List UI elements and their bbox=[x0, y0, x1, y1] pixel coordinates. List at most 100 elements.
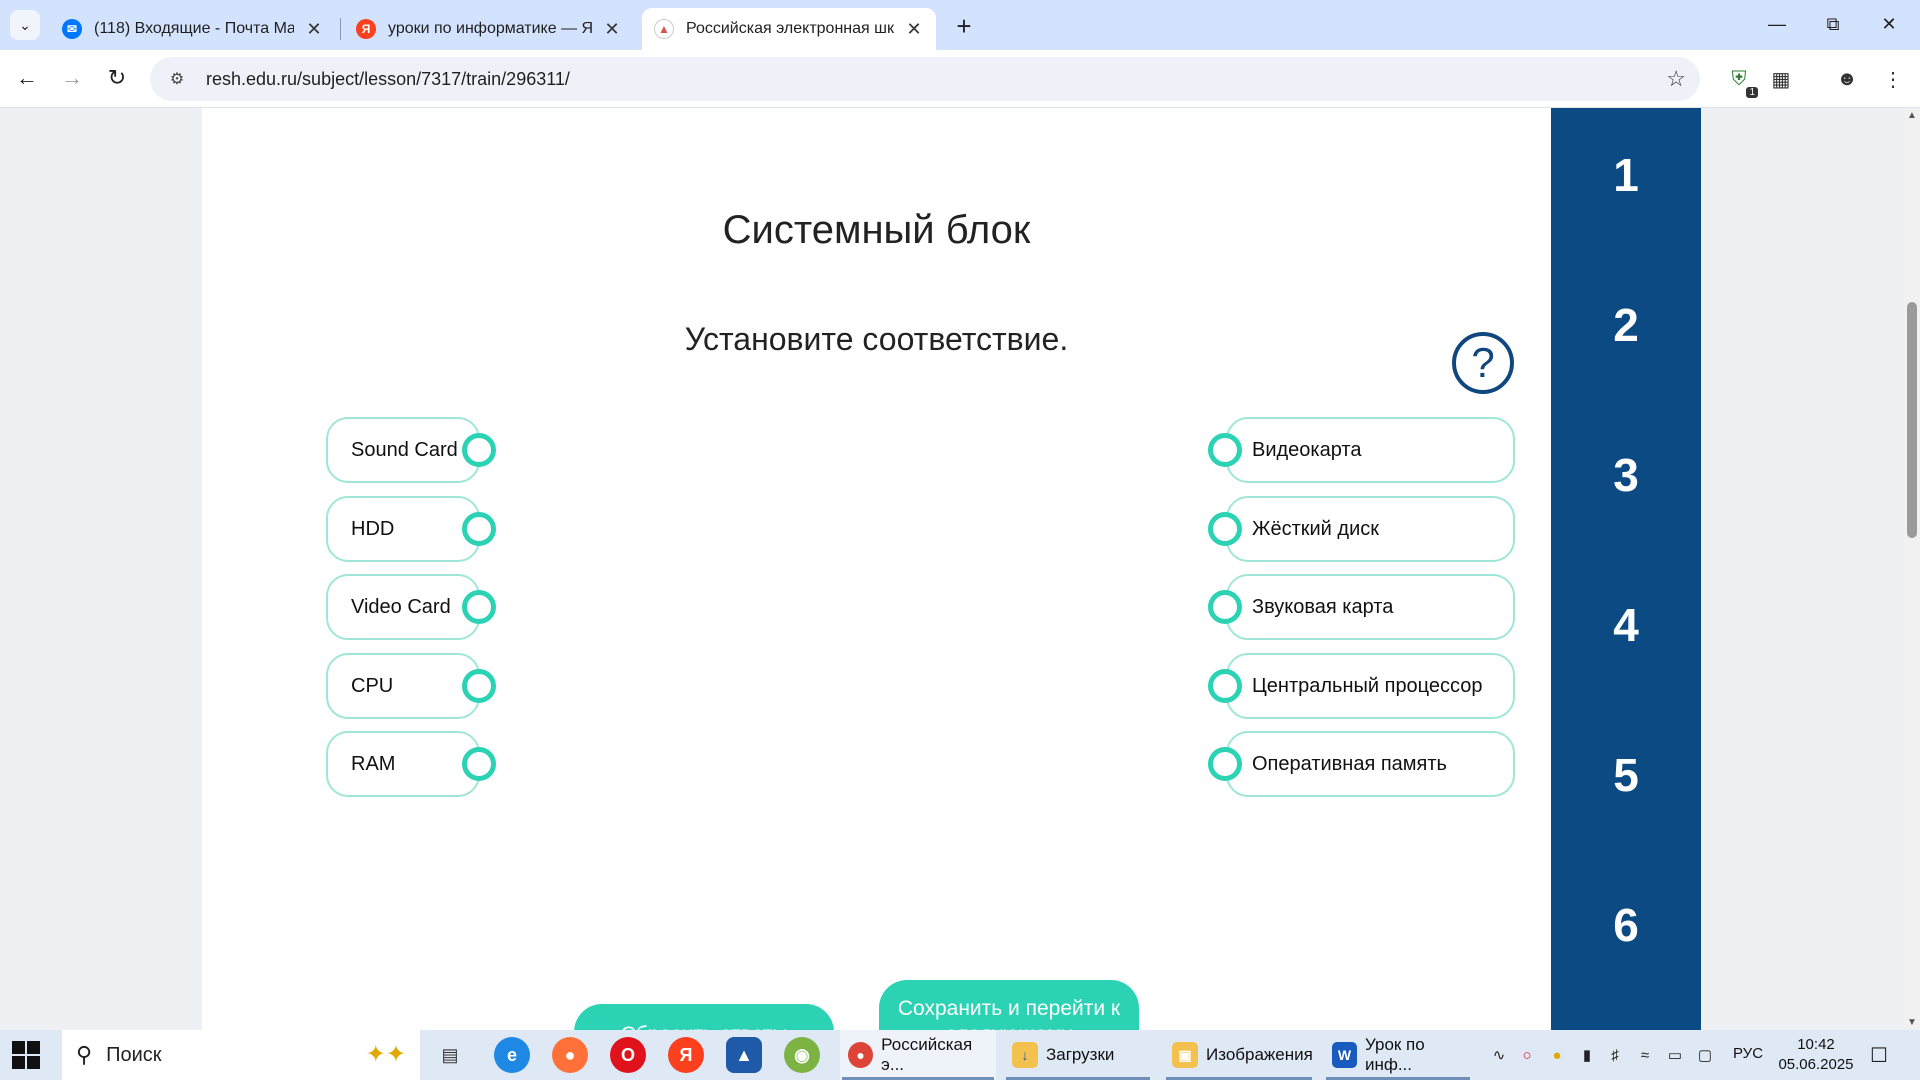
close-tab-icon[interactable]: ✕ bbox=[904, 19, 924, 40]
right-item-label: Видеокарта bbox=[1252, 438, 1362, 461]
wifi-icon[interactable]: ≈ bbox=[1634, 1044, 1656, 1066]
taskbar-window-word[interactable]: W Урок по инф... bbox=[1324, 1030, 1472, 1080]
taskbar-search[interactable]: ⚲ Поиск ✦✦ bbox=[62, 1030, 420, 1080]
kebab-menu-icon: ⋮ bbox=[1883, 68, 1903, 91]
left-connector-5[interactable] bbox=[462, 747, 496, 781]
tab-yandex[interactable]: Я уроки по информатике — Яндекс ✕ bbox=[344, 8, 634, 50]
left-item-cpu[interactable]: CPU bbox=[326, 653, 480, 719]
start-button[interactable] bbox=[12, 1041, 40, 1069]
tab-search-button[interactable]: ⌄ bbox=[10, 10, 40, 40]
step-4[interactable]: 4 bbox=[1551, 598, 1701, 652]
edge-icon: e bbox=[506, 1044, 517, 1065]
minimize-button[interactable]: — bbox=[1754, 8, 1800, 40]
opera-tray-icon[interactable]: ○ bbox=[1516, 1044, 1538, 1066]
lesson-title: Системный блок bbox=[722, 208, 1031, 252]
microphone-icon[interactable]: ▮ bbox=[1576, 1044, 1598, 1066]
left-item-label: RAM bbox=[351, 752, 396, 775]
right-connector-3[interactable] bbox=[1208, 590, 1242, 624]
scroll-down-icon[interactable]: ▼ bbox=[1904, 1017, 1920, 1028]
tab-resh[interactable]: ▲ Российская электронная школа ✕ bbox=[642, 8, 936, 50]
left-item-sound-card[interactable]: Sound Card bbox=[326, 417, 480, 483]
colorful-app[interactable]: ◉ bbox=[784, 1037, 820, 1073]
right-item-hard-disk[interactable]: Жёсткий диск bbox=[1226, 496, 1515, 562]
right-connector-2[interactable] bbox=[1208, 512, 1242, 546]
sparkle-icon: ✦✦ bbox=[365, 1041, 406, 1068]
firefox-app[interactable]: ● bbox=[552, 1037, 588, 1073]
scrollbar-thumb[interactable] bbox=[1907, 302, 1917, 538]
taskbar-window-downloads[interactable]: ↓ Загрузки bbox=[1004, 1030, 1152, 1080]
steps-sidebar: 1 2 3 4 5 6 bbox=[1551, 108, 1701, 1030]
step-1[interactable]: 1 bbox=[1551, 148, 1701, 202]
plus-icon: + bbox=[956, 10, 972, 41]
step-3[interactable]: 3 bbox=[1551, 448, 1701, 502]
save-and-next-button[interactable]: Сохранить и перейти к следующему bbox=[879, 980, 1139, 1030]
notifications-icon[interactable]: ☐ bbox=[1866, 1042, 1892, 1068]
taskbar-window-chrome[interactable]: ● Российская э... bbox=[840, 1030, 996, 1080]
yandex-browser-app[interactable]: Я bbox=[668, 1037, 704, 1073]
close-tab-icon[interactable]: ✕ bbox=[602, 19, 622, 40]
extensions-button[interactable]: ▦ bbox=[1766, 64, 1796, 94]
left-item-hdd[interactable]: HDD bbox=[326, 496, 480, 562]
right-item-ram[interactable]: Оперативная память bbox=[1226, 731, 1515, 797]
opera-icon: O bbox=[620, 1044, 635, 1065]
profile-button[interactable]: ☻ bbox=[1832, 64, 1862, 94]
restore-button[interactable]: ⧉ bbox=[1810, 8, 1856, 40]
bookmark-star-icon[interactable]: ☆ bbox=[1666, 66, 1686, 92]
right-item-sound-card[interactable]: Звуковая карта bbox=[1226, 574, 1515, 640]
address-bar[interactable]: ⚙ resh.edu.ru/subject/lesson/7317/train/… bbox=[150, 57, 1700, 101]
page-scrollbar[interactable]: ▲ ▼ bbox=[1904, 108, 1920, 1030]
lesson-card: Системный блок Установите соответствие. … bbox=[202, 108, 1551, 1030]
left-item-video-card[interactable]: Video Card bbox=[326, 574, 480, 640]
left-connector-3[interactable] bbox=[462, 590, 496, 624]
photos-app[interactable]: ▲ bbox=[726, 1037, 762, 1073]
app-tray-icon[interactable]: ● bbox=[1546, 1044, 1568, 1066]
network-icon[interactable]: ∿ bbox=[1488, 1044, 1510, 1066]
right-item-videokarta[interactable]: Видеокарта bbox=[1226, 417, 1515, 483]
close-tab-icon[interactable]: ✕ bbox=[304, 19, 324, 40]
app-icon: ◉ bbox=[794, 1044, 810, 1065]
help-button[interactable]: ? bbox=[1452, 332, 1514, 394]
folder-icon: ↓ bbox=[1012, 1042, 1038, 1068]
url-text[interactable]: resh.edu.ru/subject/lesson/7317/train/29… bbox=[206, 69, 570, 90]
arrow-left-icon: ← bbox=[16, 65, 38, 90]
system-clock[interactable]: 10:42 05.06.2025 bbox=[1776, 1035, 1856, 1075]
reload-button[interactable]: ↻ bbox=[100, 61, 134, 95]
edge-app[interactable]: e bbox=[494, 1037, 530, 1073]
tab-separator bbox=[340, 18, 341, 40]
step-2[interactable]: 2 bbox=[1551, 298, 1701, 352]
step-6[interactable]: 6 bbox=[1551, 898, 1701, 952]
left-item-ram[interactable]: RAM bbox=[326, 731, 480, 797]
tab-mail[interactable]: ✉ (118) Входящие - Почта Mail ✕ bbox=[50, 8, 336, 50]
clock-date: 05.06.2025 bbox=[1778, 1056, 1854, 1073]
menu-button[interactable]: ⋮ bbox=[1878, 64, 1908, 94]
scroll-up-icon[interactable]: ▲ bbox=[1904, 110, 1920, 121]
left-connector-4[interactable] bbox=[462, 669, 496, 703]
volume-icon[interactable]: ♯ bbox=[1604, 1044, 1626, 1066]
windows-logo-part bbox=[12, 1056, 25, 1069]
extension-shield-button[interactable]: ⛨ 1 bbox=[1724, 64, 1758, 98]
left-item-label: CPU bbox=[351, 674, 394, 697]
battery-icon[interactable]: ▭ bbox=[1664, 1044, 1686, 1066]
new-tab-button[interactable]: + bbox=[948, 10, 980, 42]
task-view-icon: ▤ bbox=[441, 1044, 459, 1065]
site-info-icon[interactable]: ⚙ bbox=[162, 69, 192, 89]
right-item-label: Оперативная память bbox=[1252, 752, 1447, 775]
taskbar-window-images[interactable]: ▣ Изображения bbox=[1164, 1030, 1314, 1080]
forward-button[interactable]: → bbox=[55, 61, 89, 95]
left-connector-2[interactable] bbox=[462, 512, 496, 546]
keyboard-language[interactable]: РУС bbox=[1733, 1045, 1763, 1062]
right-connector-5[interactable] bbox=[1208, 747, 1242, 781]
display-icon[interactable]: ▢ bbox=[1694, 1044, 1716, 1066]
back-button[interactable]: ← bbox=[10, 61, 44, 95]
right-item-cpu[interactable]: Центральный процессор bbox=[1226, 653, 1515, 719]
step-5[interactable]: 5 bbox=[1551, 748, 1701, 802]
opera-app[interactable]: O bbox=[610, 1037, 646, 1073]
search-placeholder: Поиск bbox=[106, 1043, 162, 1066]
reset-answers-button[interactable]: Сбросить ответы bbox=[574, 1004, 834, 1030]
right-connector-1[interactable] bbox=[1208, 433, 1242, 467]
left-item-label: Video Card bbox=[351, 595, 451, 618]
left-connector-1[interactable] bbox=[462, 433, 496, 467]
close-window-button[interactable]: ✕ bbox=[1866, 8, 1912, 40]
task-view-button[interactable]: ▤ bbox=[432, 1037, 468, 1073]
right-connector-4[interactable] bbox=[1208, 669, 1242, 703]
